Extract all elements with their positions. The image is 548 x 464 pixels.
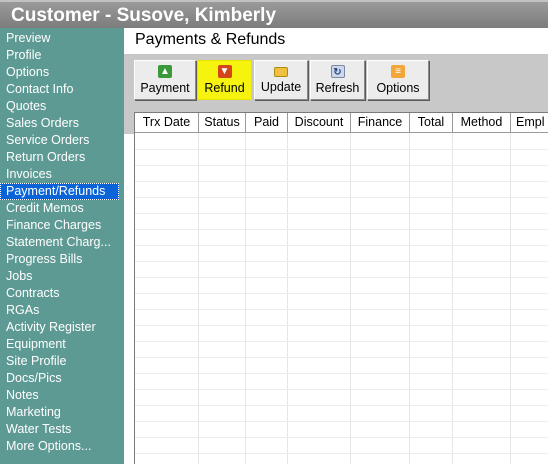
refund-button-label: Refund xyxy=(204,81,245,95)
grid-line xyxy=(198,133,199,464)
grid-line xyxy=(287,133,288,464)
sidebar-item-return-orders[interactable]: Return Orders xyxy=(0,149,124,166)
refund-button[interactable]: ▼ Refund xyxy=(197,60,252,100)
grid-line xyxy=(452,133,453,464)
column-header-discount[interactable]: Discount xyxy=(288,113,351,133)
sidebar-item-rgas[interactable]: RGAs xyxy=(0,302,124,319)
sidebar-item-statement-charges[interactable]: Statement Charg... xyxy=(0,234,124,251)
grid-line xyxy=(135,405,548,406)
options-icon: ≡ xyxy=(391,65,405,78)
sidebar-item-preview[interactable]: Preview xyxy=(0,30,124,47)
grid-line xyxy=(510,133,511,464)
update-button-label: Update xyxy=(260,80,302,94)
grid-line xyxy=(409,133,410,464)
folder-icon xyxy=(274,67,288,77)
sidebar-item-options[interactable]: Options xyxy=(0,64,124,81)
table-header: Trx Date Status Paid Discount Finance To… xyxy=(135,113,548,133)
payment-button-label: Payment xyxy=(140,81,190,95)
grid-line xyxy=(135,181,548,182)
options-button-label: Options xyxy=(376,81,420,95)
column-header-trx-date[interactable]: Trx Date xyxy=(135,113,199,133)
sidebar-item-water-tests[interactable]: Water Tests xyxy=(0,421,124,438)
down-arrow-icon: ▼ xyxy=(217,65,232,78)
sidebar-item-marketing[interactable]: Marketing xyxy=(0,404,124,421)
column-header-status[interactable]: Status xyxy=(199,113,246,133)
grid-line xyxy=(135,197,548,198)
grid-line xyxy=(135,277,548,278)
update-button[interactable]: Update xyxy=(254,60,308,100)
grid-line xyxy=(135,389,548,390)
sidebar-item-site-profile[interactable]: Site Profile xyxy=(0,353,124,370)
sidebar-item-equipment[interactable]: Equipment xyxy=(0,336,124,353)
up-arrow-icon: ▲ xyxy=(158,65,172,78)
grid-line xyxy=(350,133,351,464)
grid-line xyxy=(135,229,548,230)
grid-line xyxy=(135,245,548,246)
grid-line xyxy=(135,421,548,422)
sidebar-item-contact-info[interactable]: Contact Info xyxy=(0,81,124,98)
sidebar-item-more-options[interactable]: More Options... xyxy=(0,438,124,455)
grid-line xyxy=(135,309,548,310)
sidebar-item-quotes[interactable]: Quotes xyxy=(0,98,124,115)
grid-line xyxy=(135,357,548,358)
grid-line xyxy=(135,341,548,342)
column-header-total[interactable]: Total xyxy=(410,113,453,133)
refresh-button[interactable]: ↻ Refresh xyxy=(310,60,365,100)
column-header-finance[interactable]: Finance xyxy=(351,113,410,133)
payment-button[interactable]: ▲ Payment xyxy=(134,60,196,100)
grid-line xyxy=(135,293,548,294)
grid-line xyxy=(135,165,548,166)
grid-line xyxy=(135,149,548,150)
sidebar-item-progress-bills[interactable]: Progress Bills xyxy=(0,251,124,268)
sidebar-item-jobs[interactable]: Jobs xyxy=(0,268,124,285)
grid-line xyxy=(135,373,548,374)
sidebar-item-invoices[interactable]: Invoices xyxy=(0,166,124,183)
column-header-employee[interactable]: Empl xyxy=(511,113,548,133)
grid-line xyxy=(245,133,246,464)
sidebar-item-finance-charges[interactable]: Finance Charges xyxy=(0,217,124,234)
window-title: Customer - Susove, Kimberly xyxy=(0,0,548,28)
grid-line xyxy=(135,261,548,262)
section-title: Payments & Refunds xyxy=(124,28,382,54)
column-header-method[interactable]: Method xyxy=(453,113,511,133)
sidebar-item-contracts[interactable]: Contracts xyxy=(0,285,124,302)
sidebar-item-notes[interactable]: Notes xyxy=(0,387,124,404)
sidebar-item-payment-refunds[interactable]: Payment/Refunds xyxy=(0,183,119,200)
column-header-paid[interactable]: Paid xyxy=(246,113,288,133)
grid-line xyxy=(135,213,548,214)
main-panel: Payments & Refunds ▲ Payment ▼ Refund Up… xyxy=(124,28,548,464)
grid-line xyxy=(135,453,548,454)
options-button[interactable]: ≡ Options xyxy=(367,60,429,100)
sidebar-item-activity-register[interactable]: Activity Register xyxy=(0,319,124,336)
refresh-icon: ↻ xyxy=(330,65,345,78)
sidebar-item-profile[interactable]: Profile xyxy=(0,47,124,64)
sidebar-item-credit-memos[interactable]: Credit Memos xyxy=(0,200,124,217)
payments-table: Trx Date Status Paid Discount Finance To… xyxy=(134,112,548,464)
sidebar-item-service-orders[interactable]: Service Orders xyxy=(0,132,124,149)
sidebar-item-docs-pics[interactable]: Docs/Pics xyxy=(0,370,124,387)
grid-line xyxy=(135,325,548,326)
grid-line xyxy=(135,437,548,438)
sidebar-item-sales-orders[interactable]: Sales Orders xyxy=(0,115,124,132)
refresh-button-label: Refresh xyxy=(315,81,360,95)
sidebar-nav: Preview Profile Options Contact Info Quo… xyxy=(0,28,124,464)
